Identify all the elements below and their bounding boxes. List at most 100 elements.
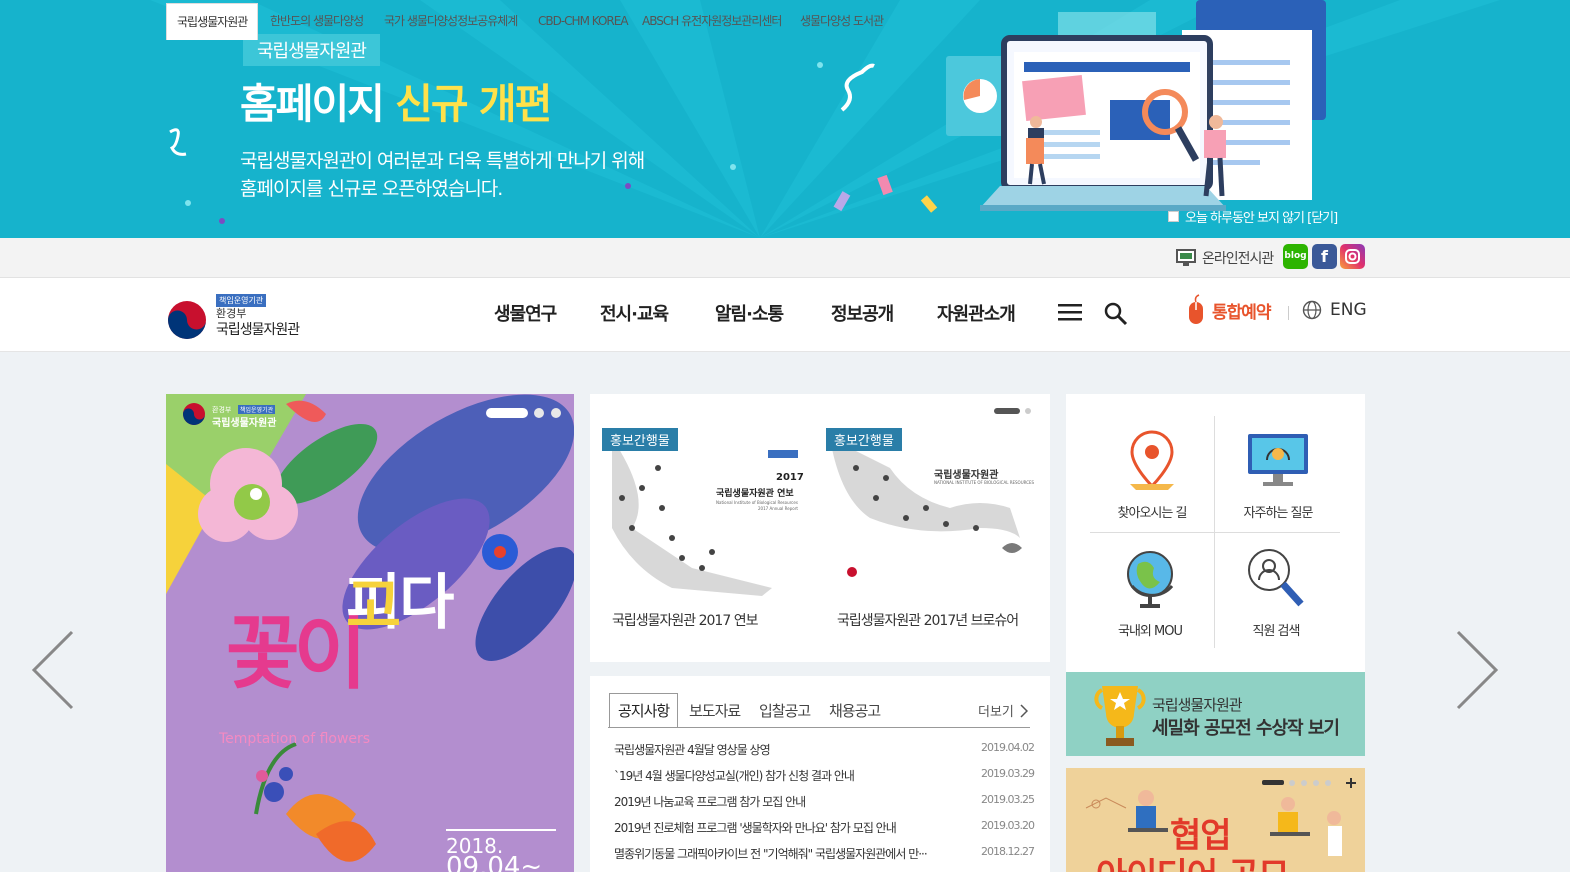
publication-caption-annual[interactable]: 국립생물자원관 2017 연보 [612,610,758,630]
tab-recruit[interactable]: 채용공고 [829,700,881,721]
award-line2: 세밀화 공모전 수상작 보기 [1152,718,1340,739]
quick-staff-search[interactable]: 직원 검색 [1214,546,1338,639]
annual-report-sub: National Institute of Biological Resourc… [716,500,798,505]
language-english[interactable]: ENG [1302,300,1367,320]
facebook-icon-text: f [1321,247,1328,266]
user-search-icon [1248,549,1304,607]
news-title: `19년 4월 생물다양성교실(개인) 참가 신청 결과 안내 [614,769,855,783]
tab-notice[interactable]: 공지사항 [609,693,679,727]
publication-annual-report[interactable]: 홍보간행물 2017 국립생물자원관 연보 National Institute… [602,428,804,596]
blog-icon[interactable]: blog [1283,244,1308,269]
menu-about[interactable]: 자원관소개 [937,300,1016,326]
banner-title-text: 홈페이지 [240,80,396,128]
news-title: 2019년 나눔교육 프로그램 참가 모집 안내 [614,795,806,809]
news-date: 2018.12.27 [981,845,1035,858]
menu-exhibit-education[interactable]: 전시·교육 [600,300,669,326]
collab-title2: 아이디어 공모 [1096,848,1290,872]
publication-label: 홍보간행물 [826,428,902,451]
quick-directions[interactable]: 찾아오시는 길 [1090,428,1214,521]
banner-close-today[interactable]: 오늘 하루동안 보지 않기 [닫기] [1168,207,1338,226]
util-tab-absch[interactable]: ABSCH 유전자원정보관리센터 [642,3,782,40]
util-tab-cbd-chm[interactable]: CBD-CHM KOREA [538,3,629,40]
menu-research[interactable]: 생물연구 [494,300,557,326]
util-tab-korea-biodiversity[interactable]: 한반도의 생물다양성 [270,3,364,40]
news-row[interactable]: 멸종위기동물 그래픽아카이브 전 "기억해줘" 국립생물자원관에서 만··· 20… [614,845,1035,862]
integrated-reservation[interactable]: 통합예약 [1186,294,1272,326]
util-tab-library[interactable]: 생물다양성 도서관 [800,3,884,40]
news-more-link[interactable]: 더보기 [978,701,1028,720]
main-promo-slide[interactable]: 환경부 책임운영기관 국립생물자원관 꽃이 피다 고 Temptation of… [166,394,574,872]
banner-title-highlight: 신규 개편 [395,80,552,128]
quick-label: 국내외 MOU [1118,624,1183,639]
publication-caption-brochure[interactable]: 국립생물자원관 2017년 브로슈어 [837,610,1019,630]
menu-news[interactable]: 알림·소통 [715,300,784,326]
checkbox-icon[interactable] [1168,211,1179,222]
news-date: 2019.03.20 [981,819,1035,832]
quick-label: 직원 검색 [1252,624,1301,639]
map-pin-icon [1130,430,1174,490]
brochure-sub: NATIONAL INSTITUTE OF BIOLOGICAL RESOURC… [934,480,1035,485]
news-row[interactable]: 국립생물자원관 4월달 영상물 상영 2019.04.02 [614,741,1035,758]
annual-report-cover [612,438,798,596]
banner-description-line2: 홈페이지를 신규로 오픈하였습니다. [240,178,503,200]
util-tab-nibr[interactable]: 국립생물자원관 [166,3,259,40]
promo-date-range: 09.04~ [446,852,543,872]
online-exhibit-link[interactable]: 온라인전시관 [1176,248,1274,268]
brochure-name: 국립생물자원관 [934,470,999,481]
facebook-icon[interactable]: f [1312,244,1337,269]
news-more-label: 더보기 [978,705,1014,720]
promo-logo-institution: 국립생물자원관 [212,418,277,429]
tab-press[interactable]: 보도자료 [689,700,741,721]
reservation-label: 통합예약 [1212,302,1272,323]
slide-next-icon[interactable] [1454,630,1500,710]
menu-info-disclosure[interactable]: 정보공개 [831,300,894,326]
news-date: 2019.03.29 [981,767,1035,780]
util-tab-kbif[interactable]: 국가 생물다양성정보공유체계 [384,3,518,40]
globe-icon [1127,551,1174,608]
search-icon[interactable] [1104,302,1128,326]
divider [1288,306,1289,320]
annual-report-sub2: 2017 Annual Report [758,506,798,511]
chevron-right-icon [1020,703,1028,718]
language-label: ENG [1330,300,1367,320]
quick-faq[interactable]: 자주하는 질문 [1216,428,1340,521]
news-title: 2019년 진로체험 프로그램 '생물학자와 만나요' 참가 모집 안내 [614,821,897,835]
news-row[interactable]: 2019년 진로체험 프로그램 '생물학자와 만나요' 참가 모집 안내 2019… [614,819,1035,836]
quick-mou[interactable]: 국내외 MOU [1088,546,1212,639]
promo-title-a: 꽃이 [226,606,367,700]
banner-title: 홈페이지 신규 개편 [240,70,552,130]
slide-prev-icon[interactable] [30,630,76,710]
taegeuk-icon [168,301,206,339]
quick-divider-h [1090,532,1340,533]
quick-label: 찾아오시는 길 [1117,506,1188,521]
news-date: 2019.03.25 [981,793,1035,806]
logo-institution: 국립생물자원관 [216,322,300,338]
monitor-headset-icon [1248,434,1308,486]
annual-report-year: 2017 [776,472,804,483]
publication-brochure[interactable]: 홍보간행물 국립생물자원관 NATIONAL INSTITUTE OF BIOL… [826,428,1034,596]
banner-description-line1: 국립생물자원관이 여러분과 더욱 특별하게 만나기 위해 [240,150,645,172]
globe-icon [1302,300,1322,320]
news-row[interactable]: 2019년 나눔교육 프로그램 참가 모집 안내 2019.03.25 [614,793,1035,810]
publications-pager[interactable] [994,406,1034,416]
blog-icon-text: blog [1284,251,1307,261]
illustration-contest-banner[interactable]: 국립생물자원관 세밀화 공모전 수상작 보기 [1066,672,1365,756]
promo-logo-badge: 책임운영기관 [238,405,276,414]
collaboration-idea-banner[interactable]: 협업 아이디어 공모 [1066,768,1365,872]
award-line1: 국립생물자원관 [1152,696,1243,714]
instagram-icon[interactable] [1340,244,1365,269]
news-title: 멸종위기동물 그래픽아카이브 전 "기억해줘" 국립생물자원관에서 만··· [614,847,928,861]
mouse-icon [1189,294,1203,324]
trophy-icon [1094,686,1146,746]
online-exhibit-label: 온라인전시관 [1202,251,1274,267]
tab-underline [608,727,1030,728]
promo-title-c: 고 [346,572,401,642]
hamburger-menu-icon[interactable] [1058,302,1082,322]
brochure-cover [830,438,1022,577]
news-row[interactable]: `19년 4월 생물다양성교실(개인) 참가 신청 결과 안내 2019.03.2… [614,767,1035,784]
promo-subtitle: Temptation of flowers [219,731,371,747]
annual-report-name: 국립생물자원관 연보 [716,489,794,499]
news-title: 국립생물자원관 4월달 영상물 상영 [614,743,771,757]
quick-label: 자주하는 질문 [1243,506,1314,521]
tab-bid[interactable]: 입찰공고 [759,700,811,721]
